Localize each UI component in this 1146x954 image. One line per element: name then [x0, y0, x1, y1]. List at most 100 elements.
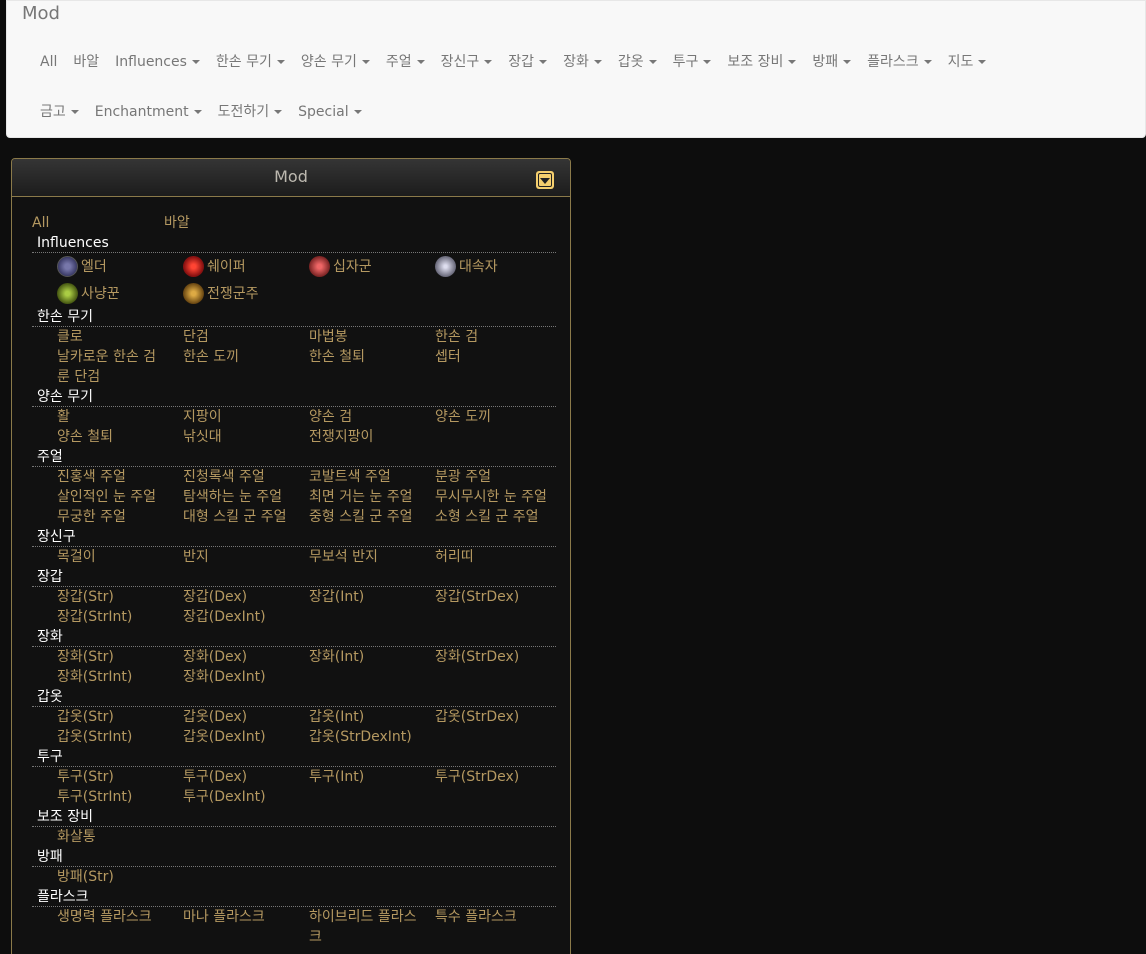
item-link[interactable]: 갑옷(Int) [309, 707, 435, 727]
influence-item[interactable]: 엘더 [57, 253, 183, 280]
item-link[interactable]: 낚싯대 [183, 427, 309, 447]
item-link[interactable]: 지팡이 [183, 407, 309, 427]
influences-grid: 엘더 쉐이퍼 십자군 대속자 사냥꾼 전쟁군주 [32, 253, 556, 307]
influence-item[interactable]: 쉐이퍼 [183, 253, 309, 280]
item-link[interactable]: 최면 거는 눈 주얼 [309, 487, 435, 507]
item-link[interactable]: 장갑(Int) [309, 587, 435, 607]
item-link[interactable]: 양손 도끼 [435, 407, 561, 427]
item-link[interactable]: 살인적인 눈 주얼 [57, 487, 183, 507]
item-link[interactable]: 갑옷(DexInt) [183, 727, 309, 747]
nav-item-row1-4[interactable]: 양손 무기 [293, 52, 378, 72]
item-link[interactable]: 무보석 반지 [309, 547, 435, 567]
item-link[interactable]: 소형 스킬 군 주얼 [435, 507, 561, 527]
item-link[interactable]: 특수 플라스크 [435, 907, 561, 947]
item-link[interactable]: 투구(DexInt) [183, 787, 309, 807]
nav-item-row1-13[interactable]: 플라스크 [859, 52, 940, 72]
influence-item[interactable]: 십자군 [309, 253, 435, 280]
caret-down-icon [593, 60, 602, 64]
item-link[interactable]: 투구(Str) [57, 767, 183, 787]
nav-item-row1-14[interactable]: 지도 [940, 52, 995, 72]
influence-label: 쉐이퍼 [207, 258, 246, 275]
item-link[interactable]: 장화(Dex) [183, 647, 309, 667]
item-link[interactable]: 생명력 플라스크 [57, 907, 183, 947]
item-link[interactable]: 한손 도끼 [183, 347, 309, 367]
influence-item[interactable]: 전쟁군주 [183, 280, 309, 307]
nav-item-row1-10[interactable]: 투구 [665, 52, 720, 72]
item-link[interactable]: 중형 스킬 군 주얼 [309, 507, 435, 527]
influence-item[interactable]: 대속자 [435, 253, 561, 280]
caret-down-icon [788, 60, 797, 64]
item-link[interactable]: 무궁한 주얼 [57, 507, 183, 527]
nav-item-row1-3[interactable]: 한손 무기 [208, 52, 293, 72]
nav-item-row1-1[interactable]: 바알 [65, 52, 107, 72]
item-link[interactable]: 투구(StrInt) [57, 787, 183, 807]
item-link[interactable]: 갑옷(StrDexInt) [309, 727, 435, 747]
nav-item-row1-2[interactable]: Influences [107, 52, 208, 72]
item-link[interactable]: 장갑(Str) [57, 587, 183, 607]
item-link[interactable]: 분광 주얼 [435, 467, 561, 487]
item-link[interactable]: 장갑(StrInt) [57, 607, 183, 627]
item-link[interactable]: 탐색하는 눈 주얼 [183, 487, 309, 507]
nav-item-row1-7[interactable]: 장갑 [500, 52, 555, 72]
item-link[interactable]: 진청록색 주얼 [183, 467, 309, 487]
nav-item-row2-2[interactable]: 도전하기 [210, 102, 291, 122]
item-link[interactable]: 장화(DexInt) [183, 667, 309, 687]
item-link[interactable]: 장화(Str) [57, 647, 183, 667]
item-link[interactable]: 허리띠 [435, 547, 561, 567]
item-link[interactable]: 양손 검 [309, 407, 435, 427]
item-link[interactable]: 클로 [57, 327, 183, 347]
item-link[interactable]: 갑옷(Dex) [183, 707, 309, 727]
nav-item-row1-11[interactable]: 보조 장비 [719, 52, 804, 72]
item-link[interactable]: 장갑(Dex) [183, 587, 309, 607]
nav-item-row1-8[interactable]: 장화 [555, 52, 610, 72]
item-link[interactable]: 활 [57, 407, 183, 427]
item-link[interactable]: 전쟁지팡이 [309, 427, 435, 447]
item-link[interactable]: 장화(StrInt) [57, 667, 183, 687]
item-link[interactable]: 하이브리드 플라스크 [309, 907, 435, 947]
item-link[interactable]: 장갑(DexInt) [183, 607, 309, 627]
item-link[interactable]: 갑옷(StrDex) [435, 707, 561, 727]
item-link[interactable]: 한손 검 [435, 327, 561, 347]
item-link[interactable]: 양손 철퇴 [57, 427, 183, 447]
item-link[interactable]: 날카로운 한손 검 [57, 347, 183, 367]
item-link[interactable]: 화살통 [57, 827, 183, 847]
item-link[interactable]: 마나 플라스크 [183, 907, 309, 947]
item-link[interactable]: 투구(StrDex) [435, 767, 561, 787]
item-link[interactable]: 갑옷(Str) [57, 707, 183, 727]
item-link[interactable]: 무시무시한 눈 주얼 [435, 487, 561, 507]
nav-item-row1-9[interactable]: 갑옷 [610, 52, 665, 72]
item-link[interactable]: 코발트색 주얼 [309, 467, 435, 487]
item-link[interactable]: 한손 철퇴 [309, 347, 435, 367]
nav-item-row2-0[interactable]: 금고 [32, 102, 87, 122]
item-link[interactable]: 장화(Int) [309, 647, 435, 667]
item-link[interactable]: 장갑(StrDex) [435, 587, 561, 607]
item-link[interactable]: 진홍색 주얼 [57, 467, 183, 487]
category-grid: 목걸이 반지 무보석 반지 허리띠 [32, 547, 556, 567]
caret-down-icon [539, 60, 548, 64]
item-link[interactable]: 룬 단검 [57, 367, 183, 387]
nav-item-row1-12[interactable]: 방패 [804, 52, 859, 72]
item-link[interactable]: 마법봉 [309, 327, 435, 347]
item-link[interactable]: 반지 [183, 547, 309, 567]
link-all[interactable]: All [32, 213, 164, 233]
item-link[interactable]: 투구(Dex) [183, 767, 309, 787]
nav-item-row1-5[interactable]: 주얼 [378, 52, 433, 72]
nav-item-row2-1[interactable]: Enchantment [87, 102, 210, 122]
caret-down-icon [274, 110, 283, 114]
collapse-toggle-icon[interactable] [536, 171, 554, 189]
nav-item-row1-6[interactable]: 장신구 [433, 52, 501, 72]
nav-item-row2-3[interactable]: Special [290, 102, 369, 122]
item-link[interactable]: 셉터 [435, 347, 561, 367]
influence-item[interactable]: 사냥꾼 [57, 280, 183, 307]
item-link[interactable]: 장화(StrDex) [435, 647, 561, 667]
crusader-icon [309, 256, 330, 277]
link-baal[interactable]: 바알 [164, 213, 296, 233]
item-link[interactable]: 목걸이 [57, 547, 183, 567]
navbar-brand[interactable]: Mod [22, 3, 60, 24]
item-link[interactable]: 단검 [183, 327, 309, 347]
item-link[interactable]: 투구(Int) [309, 767, 435, 787]
item-link[interactable]: 방패(Str) [57, 867, 183, 887]
nav-item-row1-0[interactable]: All [32, 52, 65, 72]
item-link[interactable]: 대형 스킬 군 주얼 [183, 507, 309, 527]
item-link[interactable]: 갑옷(StrInt) [57, 727, 183, 747]
